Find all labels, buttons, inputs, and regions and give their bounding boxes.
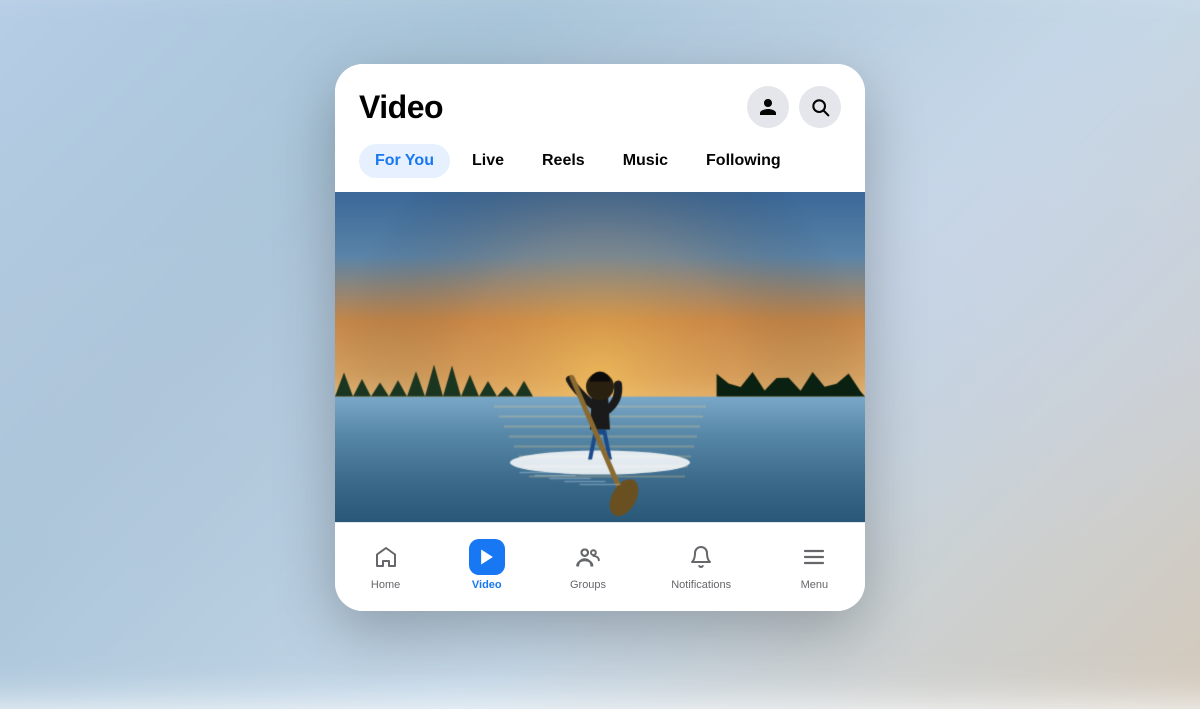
home-icon <box>374 545 398 569</box>
home-icon-wrap <box>368 539 404 575</box>
header: Video <box>335 64 865 138</box>
tabs-bar: For You Live Reels Music Following <box>335 138 865 192</box>
video-icon <box>477 547 497 567</box>
nav-groups-label: Groups <box>570 579 606 591</box>
bell-icon-wrap <box>683 539 719 575</box>
nav-notifications[interactable]: Notifications <box>659 535 743 595</box>
tab-live[interactable]: Live <box>456 144 520 178</box>
tab-music[interactable]: Music <box>607 144 684 178</box>
phone-card: Video For You Live Reels Music Following <box>335 64 865 611</box>
menu-icon <box>802 545 826 569</box>
page-title: Video <box>359 89 443 126</box>
nav-notifications-label: Notifications <box>671 579 731 591</box>
tab-following[interactable]: Following <box>690 144 797 178</box>
groups-icon-wrap <box>570 539 606 575</box>
nav-video[interactable]: Video <box>457 535 517 595</box>
video-area[interactable] <box>335 192 865 522</box>
tab-for-you[interactable]: For You <box>359 144 450 178</box>
search-button[interactable] <box>799 86 841 128</box>
bell-icon <box>689 545 713 569</box>
nav-home[interactable]: Home <box>356 535 416 595</box>
groups-icon <box>575 544 601 570</box>
search-icon <box>810 97 830 117</box>
menu-icon-wrap <box>796 539 832 575</box>
nav-menu[interactable]: Menu <box>784 535 844 595</box>
tab-reels[interactable]: Reels <box>526 144 601 178</box>
bottom-nav: Home Video <box>335 522 865 611</box>
nav-video-label: Video <box>472 579 502 591</box>
profile-button[interactable] <box>747 86 789 128</box>
person-icon <box>758 97 778 117</box>
video-canvas <box>335 192 865 522</box>
nav-menu-label: Menu <box>801 579 829 591</box>
header-actions <box>747 86 841 128</box>
nav-groups[interactable]: Groups <box>558 535 618 595</box>
video-icon-wrap <box>469 539 505 575</box>
nav-home-label: Home <box>371 579 400 591</box>
